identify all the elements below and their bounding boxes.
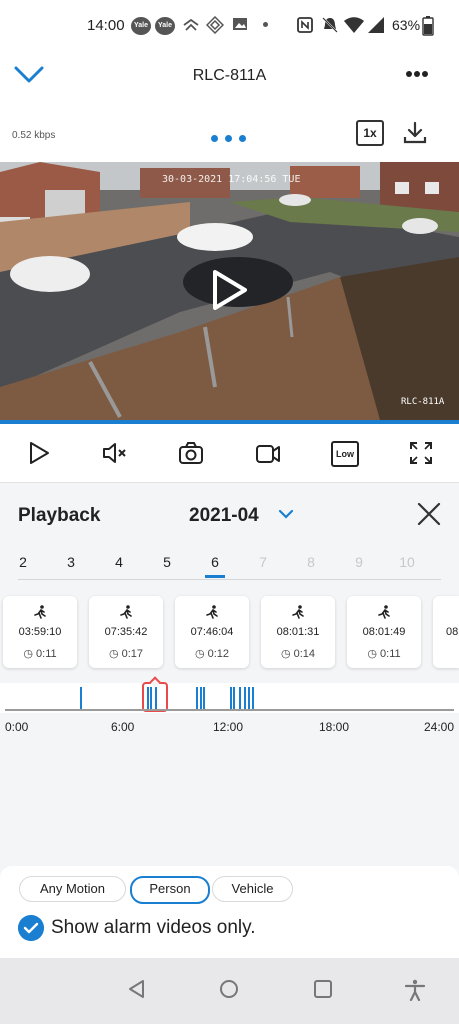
timeline-event-tick[interactable] <box>244 687 247 709</box>
day-selector-divider <box>18 579 441 580</box>
day-item-selected[interactable]: 6 <box>203 554 227 578</box>
bitrate-readout: 0.52 kbps <box>12 130 56 141</box>
home-circle-icon[interactable] <box>219 979 239 999</box>
timeline-label: 12:00 <box>213 720 244 734</box>
event-card[interactable]: 07:46:04 ◷ 0:12 <box>175 596 249 668</box>
event-time: 03:59:10 <box>18 626 62 638</box>
page-indicator <box>211 129 253 147</box>
playback-speed-button[interactable]: 1x <box>356 120 384 146</box>
player-controls: Low <box>0 424 459 483</box>
event-time: 07:35:42 <box>104 626 148 638</box>
camera-title: RLC-811A <box>192 67 267 84</box>
playback-title: Playback <box>18 505 101 526</box>
timeline-label: 6:00 <box>111 720 135 734</box>
person-running-icon <box>206 605 218 619</box>
event-duration: ◷ 0:12 <box>194 648 230 660</box>
unknown-notification-icon <box>183 18 199 31</box>
day-item[interactable]: 2 <box>11 554 35 570</box>
event-time: 08:01:49 <box>362 626 406 638</box>
timeline-event-tick[interactable] <box>79 687 82 709</box>
quality-low-button[interactable]: Low <box>331 441 359 467</box>
status-time: 14:00 <box>87 17 125 34</box>
chevron-down-icon[interactable] <box>278 509 294 519</box>
person-running-icon <box>34 605 46 619</box>
more-notifications-dot-icon <box>263 22 268 27</box>
day-item[interactable]: 4 <box>107 554 131 570</box>
day-item[interactable]: 3 <box>59 554 83 570</box>
cell-signal-icon <box>368 17 384 33</box>
event-card[interactable]: 08 <box>433 596 459 668</box>
day-selector: 2 3 4 5 6 7 8 9 10 <box>0 554 459 580</box>
recents-square-icon[interactable] <box>313 979 333 999</box>
day-item-disabled: 8 <box>307 554 315 570</box>
person-running-icon <box>292 605 304 619</box>
event-card[interactable]: 08:01:31 ◷ 0:14 <box>261 596 335 668</box>
accessibility-icon[interactable] <box>404 979 426 1001</box>
video-osd-timestamp: 30-03-2021 17:04:56 TUE <box>162 174 301 185</box>
filter-chip-vehicle[interactable]: Vehicle <box>212 876 293 902</box>
timeline-label: 18:00 <box>319 720 350 734</box>
event-card[interactable]: 03:59:10 ◷ 0:11 <box>3 596 77 668</box>
image-icon <box>233 18 247 30</box>
play-overlay-icon[interactable] <box>205 267 251 313</box>
back-triangle-icon[interactable] <box>127 979 147 999</box>
battery-percent: 63% <box>392 17 421 33</box>
event-duration: ◷ 0:11 <box>367 648 401 660</box>
day-item-disabled: 9 <box>355 554 363 570</box>
record-video-icon[interactable] <box>255 440 281 466</box>
day-item-disabled: 7 <box>259 554 267 570</box>
more-options-icon[interactable] <box>405 70 429 78</box>
nfc-icon <box>297 17 313 33</box>
mute-icon[interactable] <box>101 440 127 466</box>
binance-icon <box>206 16 224 34</box>
fullscreen-icon[interactable] <box>408 440 434 466</box>
video-frame[interactable]: 30-03-2021 17:04:56 TUE RLC-811A <box>0 162 459 420</box>
filter-section: Any Motion Person Vehicle Show alarm vid… <box>0 866 459 958</box>
filter-chip-any-motion[interactable]: Any Motion <box>19 876 126 902</box>
checkbox-checked-icon[interactable] <box>18 915 44 941</box>
show-alarm-label[interactable]: Show alarm videos only. <box>51 917 256 939</box>
yale-app-badge: Yale <box>155 17 175 35</box>
timeline-event-tick[interactable] <box>229 687 232 709</box>
snapshot-camera-icon[interactable] <box>178 440 204 466</box>
status-bar: 14:00 Yale Yale 63% <box>0 0 459 52</box>
close-icon[interactable] <box>416 501 442 527</box>
person-running-icon <box>378 605 390 619</box>
event-time: 08 <box>446 626 459 638</box>
timeline-axis <box>5 709 454 711</box>
system-nav-bar <box>0 958 459 1024</box>
month-selector[interactable]: 2021-04 <box>189 505 259 527</box>
filter-chip-person[interactable]: Person <box>130 876 210 904</box>
video-osd-camera-name: RLC-811A <box>401 397 445 407</box>
wifi-icon <box>344 17 364 33</box>
day-item-disabled: 10 <box>399 554 415 570</box>
mute-bell-icon <box>322 17 338 33</box>
player-header: RLC-811A 0.52 kbps 1x <box>0 52 459 162</box>
person-running-icon <box>120 605 132 619</box>
yale-app-badge: Yale <box>131 17 151 35</box>
timeline-event-tick[interactable] <box>248 687 251 709</box>
event-duration: ◷ 0:11 <box>23 648 57 660</box>
event-time: 07:46:04 <box>190 626 234 638</box>
event-card[interactable]: 08:01:49 ◷ 0:11 <box>347 596 421 668</box>
timeline-event-tick[interactable] <box>199 687 202 709</box>
timeline-event-tick[interactable] <box>238 687 241 709</box>
timeline-label: 24:00 <box>424 720 455 734</box>
timeline-playhead[interactable] <box>142 682 168 712</box>
event-duration: ◷ 0:17 <box>108 648 144 660</box>
event-card[interactable]: 07:35:42 ◷ 0:17 <box>89 596 163 668</box>
timeline-event-tick[interactable] <box>195 687 198 709</box>
timeline-label: 0:00 <box>5 720 29 734</box>
timeline-event-tick[interactable] <box>203 687 206 709</box>
battery-icon <box>422 16 434 36</box>
download-icon[interactable] <box>402 120 428 146</box>
event-duration: ◷ 0:14 <box>280 648 316 660</box>
timeline-event-tick[interactable] <box>233 687 236 709</box>
day-item[interactable]: 5 <box>155 554 179 570</box>
event-time: 08:01:31 <box>276 626 320 638</box>
play-icon[interactable] <box>26 440 52 466</box>
timeline-event-tick[interactable] <box>251 687 254 709</box>
